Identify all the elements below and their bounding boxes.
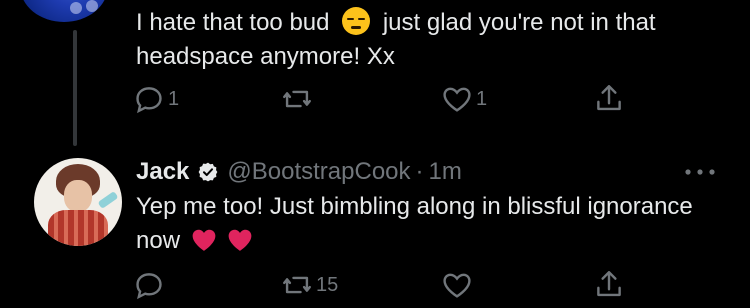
avatar[interactable] — [20, 0, 108, 22]
verified-badge-icon — [199, 162, 218, 182]
tweet-text: I hate that too bud just glad you're not… — [136, 6, 726, 74]
timestamp[interactable]: 1m — [429, 158, 462, 186]
tweet-text-part: I hate that too bud — [136, 9, 330, 36]
retweet-icon — [283, 276, 311, 294]
user-handle[interactable]: @BootstrapCook — [227, 158, 410, 186]
share-icon — [597, 271, 621, 297]
tweet-text: Yep me too! Just bimbling along in bliss… — [136, 190, 696, 258]
tweet-actions: 15 — [132, 268, 632, 308]
avatar-bottle — [97, 190, 119, 210]
retweet-count: 15 — [316, 273, 339, 296]
tweet-actions: 1 1 — [132, 82, 632, 122]
avatar-face — [64, 180, 92, 212]
reply-button[interactable] — [132, 268, 166, 302]
like-count: 1 — [476, 87, 488, 110]
heart-outline-icon — [443, 273, 471, 298]
share-button[interactable] — [592, 82, 626, 116]
reply-count: 1 — [168, 87, 180, 110]
reply-icon — [136, 87, 162, 114]
avatar-dress — [48, 210, 108, 246]
retweet-button[interactable] — [280, 82, 316, 116]
reply-button[interactable]: 1 — [132, 82, 179, 116]
red-heart-emoji-icon — [229, 229, 252, 251]
retweet-button[interactable]: 15 — [280, 268, 338, 302]
share-button[interactable] — [592, 268, 626, 302]
avatar[interactable] — [34, 158, 122, 246]
tweet-text-part: Yep me too! Just bimbling along in bliss… — [136, 193, 693, 254]
tweet-header: Jack @BootstrapCook · 1m — [136, 156, 462, 188]
separator: · — [415, 158, 424, 185]
heart-outline-icon — [443, 87, 471, 112]
unamused-face-icon — [342, 7, 371, 35]
more-options-icon[interactable] — [680, 160, 720, 184]
red-heart-emoji-icon — [192, 229, 216, 251]
thread-connector-line — [73, 30, 77, 146]
like-button[interactable] — [440, 268, 474, 302]
like-button[interactable]: 1 — [440, 82, 487, 116]
reply-icon — [136, 273, 162, 300]
display-name[interactable]: Jack — [136, 158, 189, 186]
share-icon — [597, 85, 621, 111]
retweet-icon — [283, 90, 311, 108]
